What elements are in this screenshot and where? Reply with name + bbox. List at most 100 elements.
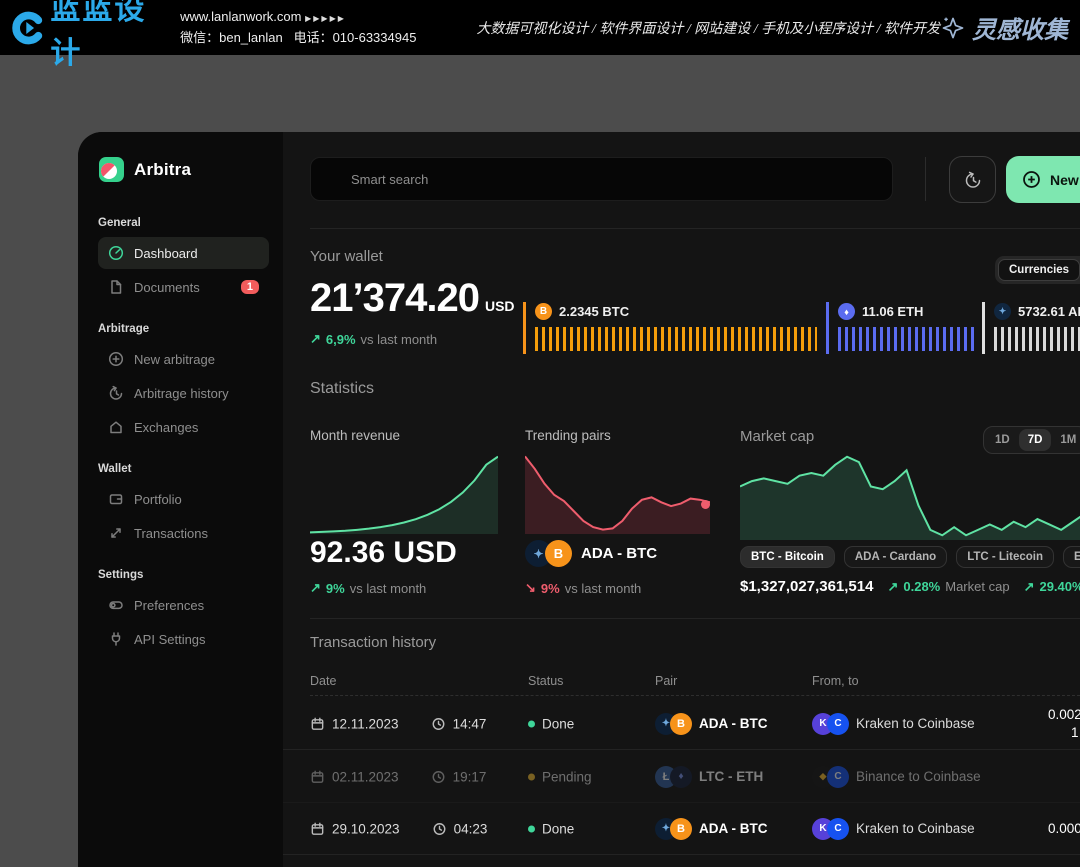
eth-bars bbox=[838, 327, 976, 351]
statistics-title: Statistics bbox=[310, 380, 374, 398]
toggle-currencies[interactable]: Currencies bbox=[998, 259, 1080, 281]
clock-icon bbox=[431, 716, 446, 731]
promo-banner: 蓝蓝设计 www.lanlanwork.com ▶▶▶▶▶ 微信：ben_lan… bbox=[0, 0, 1080, 55]
toggle-icon bbox=[108, 597, 124, 613]
sidebar-item-label: Arbitrage history bbox=[134, 386, 229, 401]
calendar-icon bbox=[310, 821, 325, 836]
banner-arrows: ▶▶▶▶▶ bbox=[305, 14, 346, 23]
table-row[interactable]: 12.11.2023 14:47 Done ✦B ADA - BTC KC Kr… bbox=[283, 698, 1080, 750]
tx-amount: 0.0000 bbox=[1048, 821, 1080, 836]
wallet-change-pct: 6,9% bbox=[326, 332, 356, 347]
sidebar-item-label: New arbitrage bbox=[134, 352, 215, 367]
tx-amount: 0.002 bbox=[1048, 707, 1080, 722]
eth-icon: ♦ bbox=[670, 766, 692, 788]
sidebar-item-label: Documents bbox=[134, 280, 200, 295]
tx-amount: 1 bbox=[1071, 725, 1079, 740]
down-arrow-icon: ↘ bbox=[525, 580, 536, 596]
wallet-currency: USD bbox=[485, 298, 515, 314]
pair-label: ADA - BTC bbox=[581, 545, 657, 562]
market-cap-label: Market cap bbox=[740, 428, 814, 445]
sidebar-item-exchanges[interactable]: Exchanges bbox=[98, 411, 269, 443]
btc-bars bbox=[535, 327, 817, 351]
eth-amount: 11.06 ETH bbox=[862, 304, 923, 319]
plug-icon bbox=[108, 631, 124, 647]
col-date: Date bbox=[310, 674, 336, 688]
tx-route: Kraken to Coinbase bbox=[856, 716, 975, 731]
status-cell: Done bbox=[528, 821, 574, 836]
tab-7d[interactable]: 7D bbox=[1019, 429, 1052, 451]
brand-name: Arbitra bbox=[134, 160, 191, 180]
month-revenue-value: 92.36 USD bbox=[310, 536, 457, 570]
tab-1m[interactable]: 1M bbox=[1051, 429, 1080, 451]
tx-pair: LTC - ETH bbox=[699, 769, 763, 784]
sidebar-item-dashboard[interactable]: Dashboard bbox=[98, 237, 269, 269]
btc-icon: B bbox=[670, 818, 692, 840]
sidebar-item-label: Portfolio bbox=[134, 492, 182, 507]
date-cell: 29.10.2023 04:23 bbox=[310, 821, 487, 836]
wallet-change: ↗ 6,9% vs last month bbox=[310, 331, 437, 347]
wallet-segment-ada[interactable]: ✦ 5732.61 ADA bbox=[982, 302, 1080, 354]
status-cell: Done bbox=[528, 716, 574, 731]
arbitra-brand[interactable]: Arbitra bbox=[98, 156, 269, 183]
sparkle-star-icon bbox=[940, 15, 966, 41]
divider bbox=[310, 228, 1080, 229]
transfer-arrows-icon bbox=[108, 525, 124, 541]
lanlan-logo[interactable]: 蓝蓝设计 bbox=[10, 0, 166, 72]
tx-time: 19:17 bbox=[453, 769, 487, 784]
market-cap-value: $1,327,027,361,514 bbox=[740, 578, 873, 595]
tab-1d[interactable]: 1D bbox=[986, 429, 1019, 451]
sidebar-item-arbitrage-history[interactable]: Arbitrage history bbox=[98, 377, 269, 409]
divider bbox=[310, 618, 1080, 619]
main-area: New arbitrage Your wallet Currencies Exc… bbox=[283, 132, 1080, 867]
search-input[interactable] bbox=[310, 157, 893, 201]
sidebar-item-preferences[interactable]: Preferences bbox=[98, 589, 269, 621]
tx-date: 29.10.2023 bbox=[332, 821, 400, 836]
sidebar-item-label: Exchanges bbox=[134, 420, 198, 435]
history-button[interactable] bbox=[949, 156, 996, 203]
banner-url[interactable]: www.lanlanwork.com bbox=[180, 9, 301, 24]
col-pair: Pair bbox=[655, 674, 677, 688]
sidebar-item-new-arbitrage[interactable]: New arbitrage bbox=[98, 343, 269, 375]
month-revenue-pct: 9% bbox=[326, 581, 345, 596]
trending-pairs-pct: 9% bbox=[541, 581, 560, 596]
table-row[interactable]: 29.10.2023 04:23 Done ✦B ADA - BTC KC Kr… bbox=[283, 803, 1080, 855]
sidebar-item-portfolio[interactable]: Portfolio bbox=[98, 483, 269, 515]
new-arbitrage-button[interactable]: New arbitrage bbox=[1006, 156, 1080, 203]
lanlan-logo-icon bbox=[10, 9, 44, 47]
pill-ada-cardano[interactable]: ADA - Cardano bbox=[844, 546, 947, 568]
btc-icon: B bbox=[670, 713, 692, 735]
market-cap-stats: $1,327,027,361,514 ↗ 0.28% Market cap ↗ … bbox=[740, 578, 1080, 595]
wallet-segment-btc[interactable]: B 2.2345 BTC bbox=[523, 302, 820, 354]
history-icon bbox=[108, 385, 124, 401]
sidebar-item-label: Preferences bbox=[134, 598, 204, 613]
pill-btc-bitcoin[interactable]: BTC - Bitcoin bbox=[740, 546, 835, 568]
range-tabs: 1D 7D 1M bbox=[983, 426, 1080, 454]
table-header-divider bbox=[310, 695, 1080, 696]
inspiration-collect[interactable]: 灵感收集 bbox=[940, 10, 1068, 45]
pill-eth-ethereum[interactable]: ETH - Ethereum bbox=[1063, 546, 1080, 568]
section-arbitrage: Arbitrage bbox=[98, 323, 269, 335]
sidebar-item-documents[interactable]: Documents 1 bbox=[98, 271, 269, 303]
cap-change-label: Market cap bbox=[945, 579, 1009, 594]
pill-ltc-litecoin[interactable]: LTC - Litecoin bbox=[956, 546, 1054, 568]
ada-amount: 5732.61 ADA bbox=[1018, 304, 1080, 319]
wallet-title: Your wallet bbox=[310, 248, 383, 265]
pair-cell: ✦B ADA - BTC bbox=[655, 713, 768, 735]
month-revenue-note: vs last month bbox=[350, 581, 427, 596]
volume-change: 29.40% bbox=[1039, 579, 1080, 594]
trending-pairs-note: vs last month bbox=[565, 581, 642, 596]
wallet-segment-eth[interactable]: ♦ 11.06 ETH bbox=[826, 302, 978, 354]
banner-phone: 电话：010-63334945 bbox=[294, 30, 417, 45]
sidebar-item-label: Transactions bbox=[134, 526, 208, 541]
sidebar-item-transactions[interactable]: Transactions bbox=[98, 517, 269, 549]
sidebar-item-api-settings[interactable]: API Settings bbox=[98, 623, 269, 655]
route-cell: KC Kraken to Coinbase bbox=[812, 713, 975, 735]
table-row[interactable]: 02.11.2023 19:17 Pending Ł♦ LTC - ETH ◆C… bbox=[283, 751, 1080, 803]
collect-label: 灵感收集 bbox=[972, 10, 1068, 45]
col-from-to: From, to bbox=[812, 674, 859, 688]
arbitra-logo-icon bbox=[98, 156, 125, 183]
section-settings: Settings bbox=[98, 569, 269, 581]
btc-amount: 2.2345 BTC bbox=[559, 304, 629, 319]
route-cell: ◆C Binance to Coinbase bbox=[812, 766, 981, 788]
tx-pair: ADA - BTC bbox=[699, 821, 768, 836]
